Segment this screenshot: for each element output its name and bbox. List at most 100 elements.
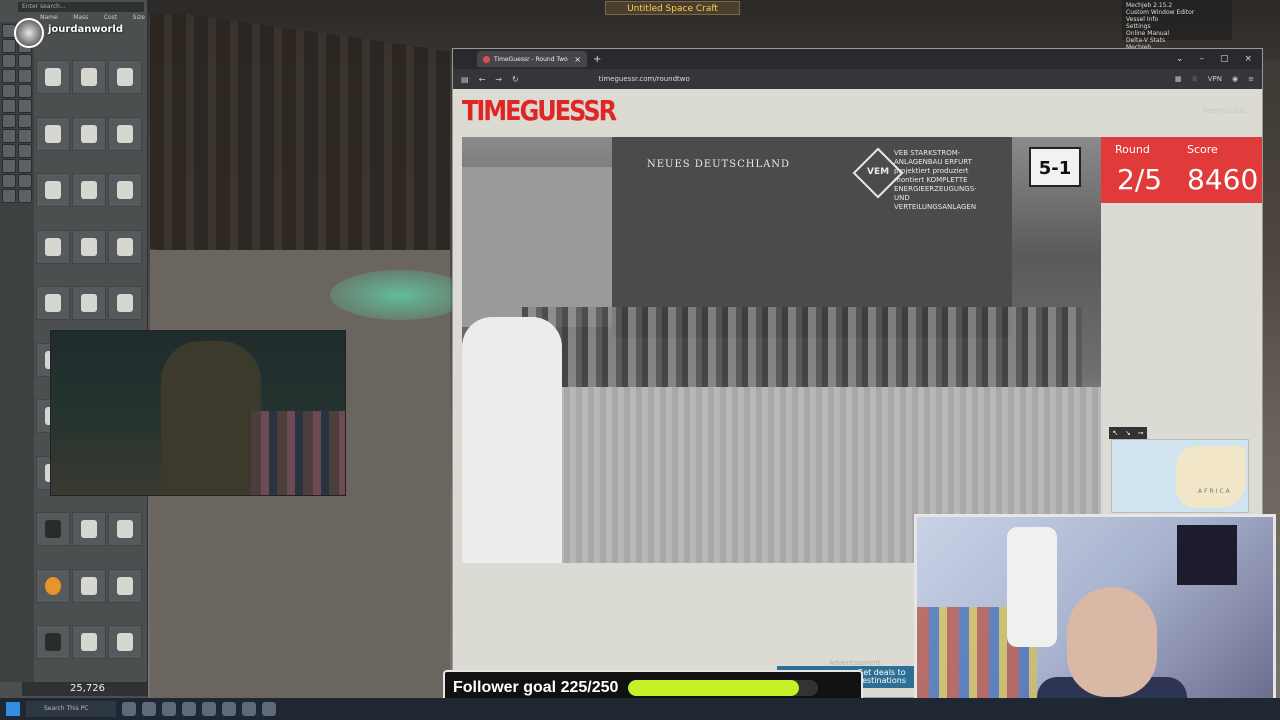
mechjeb-item[interactable]: Settings bbox=[1126, 23, 1228, 30]
mechjeb-menu[interactable]: MechJeb 2.15.2 Custom Window Editor Vess… bbox=[1122, 0, 1232, 51]
mechjeb-item[interactable]: Vessel Info bbox=[1126, 16, 1228, 23]
category-icon[interactable] bbox=[17, 144, 32, 158]
category-icon[interactable] bbox=[17, 189, 32, 203]
remove-ads-link[interactable]: Remove ads bbox=[1203, 107, 1246, 115]
category-icon[interactable] bbox=[17, 114, 32, 128]
part-tile[interactable] bbox=[72, 173, 106, 208]
minimize-icon[interactable]: – bbox=[1199, 54, 1204, 64]
part-tile[interactable] bbox=[72, 116, 106, 151]
taskbar-app-icon[interactable] bbox=[182, 702, 196, 716]
address-actions: ▦ ☆ VPN ◉ ≡ bbox=[1175, 75, 1254, 83]
part-tile[interactable] bbox=[36, 173, 70, 208]
category-icon[interactable] bbox=[17, 159, 32, 173]
shrink-icon[interactable]: ↖ bbox=[1112, 429, 1118, 437]
taskbar-app-icon[interactable] bbox=[202, 702, 216, 716]
column-mass[interactable]: Mass bbox=[73, 14, 88, 22]
maximize-icon[interactable]: ▢ bbox=[1220, 54, 1229, 64]
part-tile[interactable] bbox=[108, 173, 142, 208]
part-tile[interactable] bbox=[72, 625, 106, 660]
windows-start-icon[interactable] bbox=[6, 702, 20, 716]
part-tile[interactable] bbox=[108, 60, 142, 94]
category-icon[interactable] bbox=[2, 84, 16, 98]
chevron-down-icon[interactable]: ⌄ bbox=[1176, 54, 1184, 64]
part-tile[interactable] bbox=[36, 60, 70, 94]
menu-icon[interactable]: ≡ bbox=[1248, 75, 1254, 83]
reader-icon[interactable]: ▦ bbox=[1175, 75, 1182, 83]
taskbar-app-icon[interactable] bbox=[122, 702, 136, 716]
reload-icon[interactable]: ↻ bbox=[512, 75, 519, 84]
taskbar-app-icon[interactable] bbox=[142, 702, 156, 716]
part-tile[interactable] bbox=[36, 116, 70, 151]
part-tile[interactable] bbox=[36, 625, 70, 660]
category-icon[interactable] bbox=[2, 189, 16, 203]
mechjeb-item[interactable]: MechJeb 2.15.2 bbox=[1126, 2, 1228, 9]
map-toolbar: ↖ ↘ ⊸ bbox=[1109, 427, 1147, 439]
url-field[interactable]: timeguessr.com/roundtwo bbox=[599, 75, 690, 83]
close-tab-icon[interactable]: × bbox=[574, 55, 581, 64]
category-icon[interactable] bbox=[2, 54, 16, 68]
part-tile[interactable] bbox=[108, 625, 142, 660]
part-tile[interactable] bbox=[72, 512, 106, 547]
close-icon[interactable]: × bbox=[1244, 54, 1252, 64]
taskbar-app-icon[interactable] bbox=[222, 702, 236, 716]
part-tile[interactable] bbox=[36, 568, 70, 603]
part-tile[interactable] bbox=[72, 286, 106, 321]
bookmark-star-icon[interactable]: ☆ bbox=[1191, 75, 1197, 83]
guess-map[interactable]: AFRICA bbox=[1111, 439, 1249, 513]
sidebar-icon[interactable]: ▤ bbox=[461, 75, 469, 84]
mechjeb-item[interactable]: Online Manual bbox=[1126, 30, 1228, 37]
category-icon[interactable] bbox=[2, 129, 16, 143]
new-tab-icon[interactable]: + bbox=[593, 54, 601, 65]
category-icon[interactable] bbox=[17, 54, 32, 68]
category-icon[interactable] bbox=[17, 174, 32, 188]
part-tile[interactable] bbox=[108, 116, 142, 151]
tab-timeguessr[interactable]: TimeGuessr - Round Two × bbox=[477, 51, 587, 67]
part-tile[interactable] bbox=[36, 229, 70, 264]
mechjeb-item[interactable]: Delta-V Stats bbox=[1126, 37, 1228, 44]
category-icon[interactable] bbox=[17, 129, 32, 143]
timeguessr-logo[interactable]: TIMEGUESSR bbox=[462, 95, 617, 127]
mechjeb-item[interactable]: Custom Window Editor bbox=[1126, 9, 1228, 16]
back-icon[interactable]: ← bbox=[479, 75, 486, 84]
window-controls: ⌄ – ▢ × bbox=[1176, 54, 1262, 64]
tab-strip: TimeGuessr - Round Two × + ⌄ – ▢ × bbox=[453, 49, 1262, 69]
part-tile[interactable] bbox=[36, 512, 70, 547]
part-tile[interactable] bbox=[108, 568, 142, 603]
parts-search-input[interactable]: Enter search... bbox=[18, 2, 144, 12]
category-icon[interactable] bbox=[2, 114, 16, 128]
category-icon[interactable] bbox=[2, 99, 16, 113]
part-tile[interactable] bbox=[108, 229, 142, 264]
category-icon[interactable] bbox=[2, 144, 16, 158]
vpn-button[interactable]: VPN bbox=[1208, 75, 1222, 83]
column-cost[interactable]: Cost bbox=[104, 14, 117, 22]
craft-title[interactable]: Untitled Space Craft bbox=[605, 1, 740, 15]
part-tile[interactable] bbox=[72, 568, 106, 603]
category-icon[interactable] bbox=[17, 69, 32, 83]
category-icon[interactable] bbox=[17, 99, 32, 113]
extension-icon[interactable]: ◉ bbox=[1232, 75, 1238, 83]
taskbar-app-icon[interactable] bbox=[262, 702, 276, 716]
category-icon[interactable] bbox=[2, 69, 16, 83]
part-tile[interactable] bbox=[108, 512, 142, 547]
part-tile[interactable] bbox=[108, 286, 142, 321]
round-value: 2/5 bbox=[1117, 163, 1163, 196]
category-icon[interactable] bbox=[2, 159, 16, 173]
part-tile[interactable] bbox=[72, 60, 106, 94]
forward-icon[interactable]: → bbox=[495, 75, 502, 84]
hangar-roof bbox=[150, 8, 450, 292]
taskbar-search[interactable]: Search This PC bbox=[26, 701, 116, 717]
expand-icon[interactable]: ↘ bbox=[1125, 429, 1131, 437]
part-tile[interactable] bbox=[72, 229, 106, 264]
funds-readout: 25,726 bbox=[22, 682, 148, 696]
column-name[interactable]: Name bbox=[40, 14, 58, 22]
category-icon[interactable] bbox=[17, 84, 32, 98]
column-size[interactable]: Size bbox=[133, 14, 145, 22]
pin-icon[interactable]: ⊸ bbox=[1138, 429, 1144, 437]
category-icon[interactable] bbox=[2, 39, 16, 53]
windows-taskbar: Search This PC bbox=[0, 698, 1280, 720]
taskbar-app-icon[interactable] bbox=[162, 702, 176, 716]
category-icon[interactable] bbox=[2, 174, 16, 188]
score-value: 8460 bbox=[1187, 163, 1259, 196]
part-tile[interactable] bbox=[36, 286, 70, 321]
taskbar-app-icon[interactable] bbox=[242, 702, 256, 716]
